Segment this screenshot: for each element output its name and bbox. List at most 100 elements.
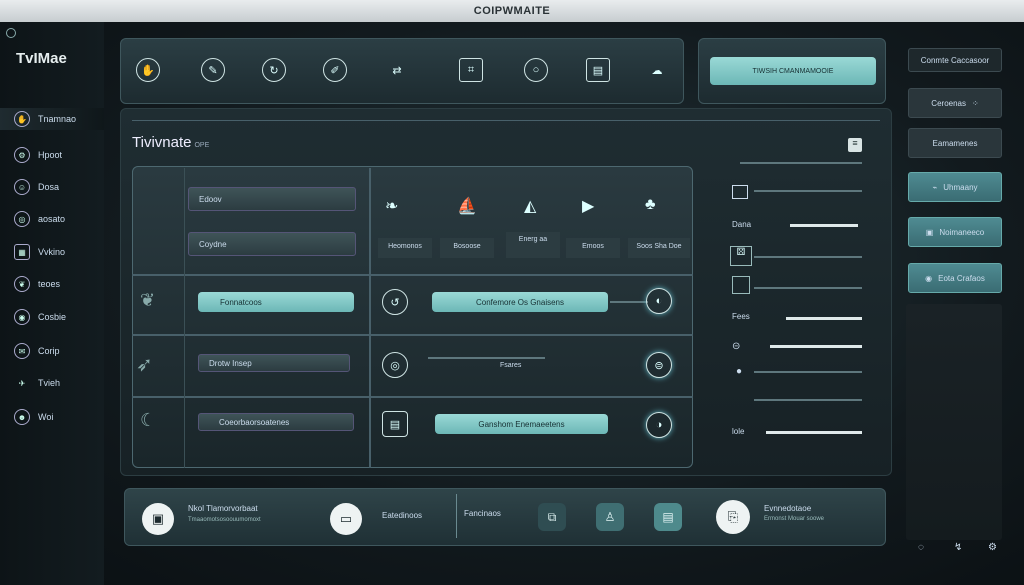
sidebar-item-label: Tnamnao <box>38 114 77 124</box>
hand-icon: ✋ <box>14 111 30 127</box>
sidebar-item-7[interactable]: ✉ Corip <box>14 340 60 362</box>
button-label: Eota Crafaos <box>938 273 985 283</box>
calendar-icon: ▦ <box>14 244 30 260</box>
sidebar-item-0[interactable]: ✋ Tnamnao <box>0 108 104 130</box>
globe-icon: ◎ <box>14 211 30 227</box>
box-icon[interactable]: ⧉ <box>538 503 566 531</box>
expand-icon[interactable] <box>732 185 748 199</box>
sidebar-item-1[interactable]: ⚙ Hpoot <box>14 144 62 166</box>
refresh-icon[interactable]: ↺ <box>382 289 408 315</box>
grid-icon[interactable] <box>732 276 750 294</box>
title-suffix: OPE <box>194 142 210 149</box>
person-icon[interactable]: ♙ <box>596 503 624 531</box>
bottom-mid-label: Eatedinoos <box>382 511 423 520</box>
sidebar-item-4[interactable]: ▦ Vvkino <box>14 241 65 263</box>
book-icon[interactable]: ▭ <box>330 503 362 535</box>
brush-icon[interactable]: ✐ <box>323 58 347 82</box>
right-column-panel <box>906 304 1002 540</box>
sidebar-item-label: Cosbie <box>38 312 67 322</box>
window-title: COIPWMAITE <box>0 0 1024 22</box>
action-button-0[interactable]: Fonnatcoos <box>198 292 354 312</box>
sidebar-item-2[interactable]: ☺ Dosa <box>14 176 59 198</box>
action-field-4[interactable]: Coeorbaorsoatenes <box>198 413 354 431</box>
settings-icon[interactable]: ◌ <box>918 542 924 553</box>
field-label: Fees <box>732 312 750 321</box>
tile-label[interactable]: Bosoose <box>440 238 494 258</box>
sidebar-item-3[interactable]: ◎ aosato <box>14 208 65 230</box>
slider-fill[interactable] <box>770 345 862 348</box>
edit-icon[interactable]: ✎ <box>201 58 225 82</box>
page-title: Tivivnate OPE <box>132 134 209 151</box>
doc-icon[interactable]: ▤ <box>586 58 610 82</box>
tab-label[interactable]: Fancinaos <box>464 509 501 518</box>
right-button-3[interactable]: ⌁ Uhmaany <box>908 172 1002 202</box>
menu-icon[interactable]: ≡ <box>848 138 862 152</box>
doc-icon[interactable]: ▤ <box>382 411 408 437</box>
right-button-0[interactable]: Conmte Caccasoor <box>908 48 1002 72</box>
action-field-2[interactable]: Drotw Insep <box>198 354 350 372</box>
power-icon[interactable]: ◐ <box>646 288 672 314</box>
hand-icon[interactable]: ✋ <box>136 58 160 82</box>
image-icon[interactable]: ⚄ <box>730 246 752 266</box>
right-button-2[interactable]: Eamamenes <box>908 128 1002 158</box>
tablet-icon[interactable]: ▣ <box>142 503 174 535</box>
share-icon[interactable]: ⇄ <box>385 58 409 82</box>
circle-icon[interactable]: ○ <box>524 58 548 82</box>
row-field-1[interactable]: Coydne <box>188 232 356 256</box>
bottom-end-title: Evnnedotaoe <box>764 504 812 513</box>
dot-icon: ◉ <box>925 273 933 283</box>
cloud-icon[interactable]: ☁ <box>645 58 669 82</box>
search-input[interactable]: TIWSIH CMANMAMOOIE <box>710 57 876 85</box>
power-icon[interactable]: ◑ <box>646 412 672 438</box>
bird-icon: ❧ <box>385 198 399 215</box>
sync-icon[interactable]: ↯ <box>954 542 962 553</box>
tile-label[interactable]: Heomonos <box>378 238 432 258</box>
target-icon[interactable]: ◎ <box>382 352 408 378</box>
plane-icon: ✈ <box>18 378 26 388</box>
sidebar-item-6[interactable]: ◉ Cosbie <box>14 306 66 328</box>
crop-icon[interactable]: ⌗ <box>459 58 483 82</box>
gear-icon[interactable]: ⚙ <box>988 542 997 553</box>
sidebar-item-5[interactable]: ❦ teoes <box>14 273 60 295</box>
drive-icon[interactable]: ⊜ <box>646 352 672 378</box>
map-icon[interactable]: ▤ <box>654 503 682 531</box>
tile-label[interactable]: Energ aa <box>506 232 560 258</box>
action-button-1[interactable]: Confemore Os Gnaisens <box>432 292 608 312</box>
settings-icon[interactable] <box>6 28 16 38</box>
sidebar-item-label: Woi <box>38 412 54 422</box>
app-logo: TvIMae <box>16 50 67 67</box>
slider-track[interactable] <box>754 399 862 401</box>
sidebar-item-label: Dosa <box>38 182 60 192</box>
clipboard-icon[interactable]: ⎘ <box>716 500 750 534</box>
right-button-5[interactable]: ◉ Eota Crafaos <box>908 263 1002 293</box>
slider-track[interactable] <box>754 190 862 192</box>
row-field-0[interactable]: Edoov <box>188 187 356 211</box>
sidebar: TvIMae ✋ Tnamnao ⚙ Hpoot ☺ Dosa ◎ aosato… <box>0 22 104 585</box>
slider-track[interactable] <box>740 162 862 164</box>
slider-track[interactable] <box>428 357 545 359</box>
progress-track <box>610 301 648 303</box>
slider-track[interactable] <box>754 287 862 289</box>
slider-track[interactable] <box>754 371 862 373</box>
tile-label[interactable]: Soos Sha Doe <box>628 238 690 258</box>
divider <box>132 274 693 276</box>
right-button-1[interactable]: Ceroenas ⁘ <box>908 88 1002 118</box>
sidebar-item-label: Hpoot <box>38 150 63 160</box>
action-button-5[interactable]: Ganshom Enemaeetens <box>435 414 608 434</box>
refresh-icon[interactable]: ↻ <box>262 58 286 82</box>
divider <box>132 334 693 336</box>
slider-fill[interactable] <box>766 431 862 434</box>
divider <box>456 494 457 538</box>
sidebar-item-9[interactable]: ☻ Woi <box>14 406 53 428</box>
bottom-title: Nkol Tlamorvorbaat <box>188 504 258 513</box>
gear-icon: ⚙ <box>14 147 30 163</box>
slider-fill[interactable] <box>790 224 858 227</box>
sidebar-item-label: teoes <box>38 279 61 289</box>
tile-label[interactable]: Emoos <box>566 238 620 258</box>
chart-icon: ◭ <box>524 198 537 215</box>
sidebar-item-8[interactable]: ✈ Tvieh <box>14 372 60 394</box>
slider-track[interactable] <box>754 256 862 258</box>
right-button-4[interactable]: ▣ Noimaneeco <box>908 217 1002 247</box>
moon-icon: ☾ <box>140 410 157 430</box>
slider-fill[interactable] <box>786 317 862 320</box>
